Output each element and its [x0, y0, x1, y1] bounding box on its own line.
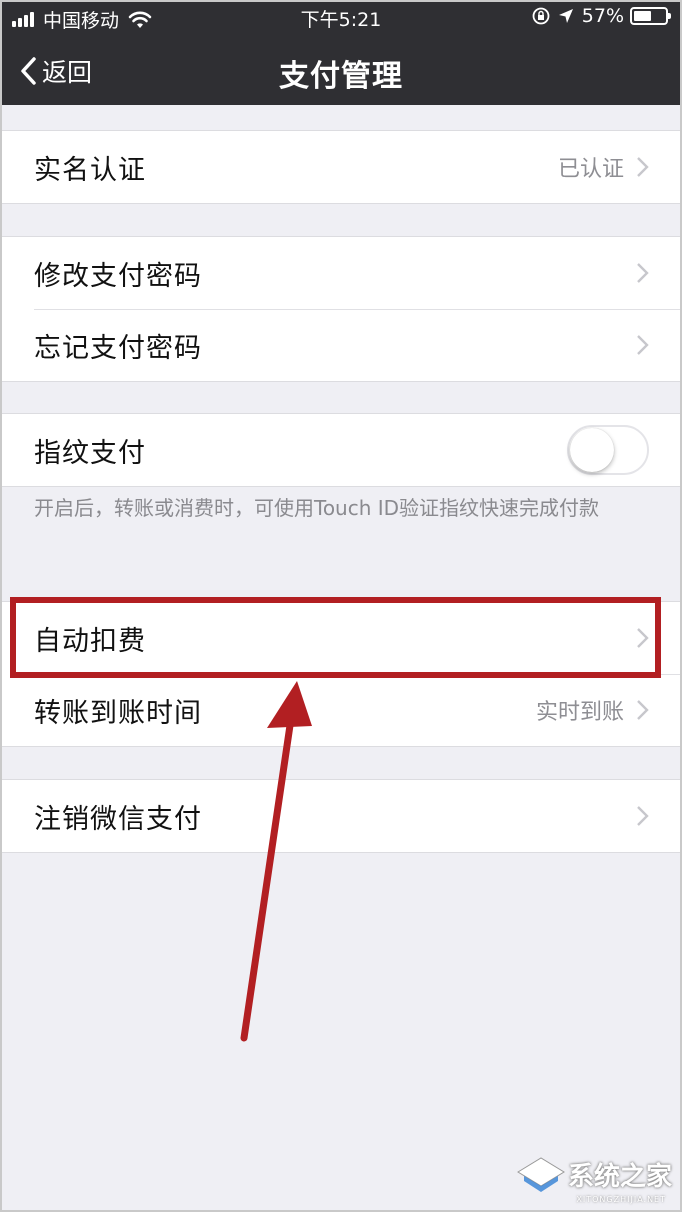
- chevron-right-icon: [637, 628, 649, 648]
- watermark: 系统之家 XITONGZHIJIA.NET: [514, 1154, 672, 1204]
- chevron-right-icon: [637, 700, 649, 720]
- cell-fingerprint-pay: 指纹支付: [0, 414, 682, 486]
- group-fingerprint: 指纹支付: [0, 413, 682, 487]
- fingerprint-toggle[interactable]: [567, 425, 649, 475]
- group-cancel: 注销微信支付: [0, 779, 682, 853]
- cell-change-pay-password[interactable]: 修改支付密码: [0, 237, 682, 309]
- nav-bar: 返回 支付管理: [0, 36, 682, 105]
- chevron-right-icon: [637, 263, 649, 283]
- watermark-logo-icon: [517, 1157, 565, 1192]
- watermark-text: 系统之家: [567, 1161, 672, 1192]
- location-icon: [558, 9, 573, 23]
- battery-percent: 57%: [581, 5, 624, 27]
- cell-label: 修改支付密码: [34, 260, 202, 292]
- cell-real-name-verify[interactable]: 实名认证 已认证: [0, 131, 682, 203]
- cell-auto-deduct[interactable]: 自动扣费: [0, 602, 682, 674]
- cell-label: 转账到账时间: [34, 697, 202, 729]
- chevron-right-icon: [637, 806, 649, 826]
- toggle-knob: [570, 428, 614, 472]
- cell-cancel-wechat-pay[interactable]: 注销微信支付: [0, 780, 682, 852]
- group-payments: 自动扣费 转账到账时间 实时到账: [0, 601, 682, 747]
- cell-label: 实名认证: [34, 154, 146, 186]
- status-bar: 中国移动 下午5:21 57%: [0, 0, 682, 36]
- page-title: 支付管理: [279, 59, 403, 94]
- watermark-subtext: XITONGZHIJIA.NET: [576, 1195, 666, 1204]
- rotation-lock-icon: [532, 7, 550, 25]
- group-password: 修改支付密码 忘记支付密码: [0, 236, 682, 382]
- battery-icon: [630, 7, 671, 25]
- fingerprint-hint: 开启后，转账或消费时，可使用Touch ID验证指纹快速完成付款: [34, 496, 600, 520]
- cell-transfer-arrival-time[interactable]: 转账到账时间 实时到账: [0, 674, 682, 746]
- cell-label: 注销微信支付: [34, 803, 202, 835]
- cell-value: 已认证: [557, 157, 624, 182]
- header: 中国移动 下午5:21 57% 返回 支付管理: [0, 0, 682, 105]
- cell-label: 指纹支付: [34, 437, 146, 469]
- cell-label: 自动扣费: [34, 625, 146, 657]
- chevron-right-icon: [637, 335, 649, 355]
- cell-forgot-pay-password[interactable]: 忘记支付密码: [0, 309, 682, 381]
- cell-value: 实时到账: [535, 700, 624, 725]
- cell-label: 忘记支付密码: [34, 332, 202, 364]
- group-verify: 实名认证 已认证: [0, 130, 682, 204]
- chevron-right-icon: [637, 157, 649, 177]
